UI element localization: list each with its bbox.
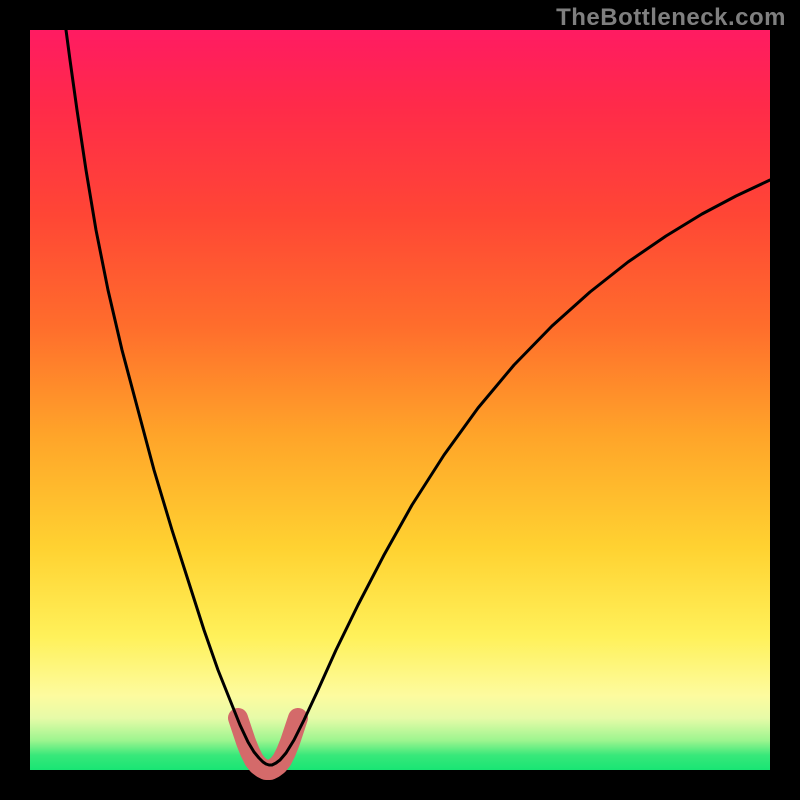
curve-layer (30, 30, 770, 770)
black-curve (66, 30, 770, 765)
watermark-text: TheBottleneck.com (556, 4, 786, 32)
red-u-marker (238, 718, 298, 770)
plot-area (30, 30, 770, 770)
outer-frame: TheBottleneck.com (0, 0, 800, 800)
